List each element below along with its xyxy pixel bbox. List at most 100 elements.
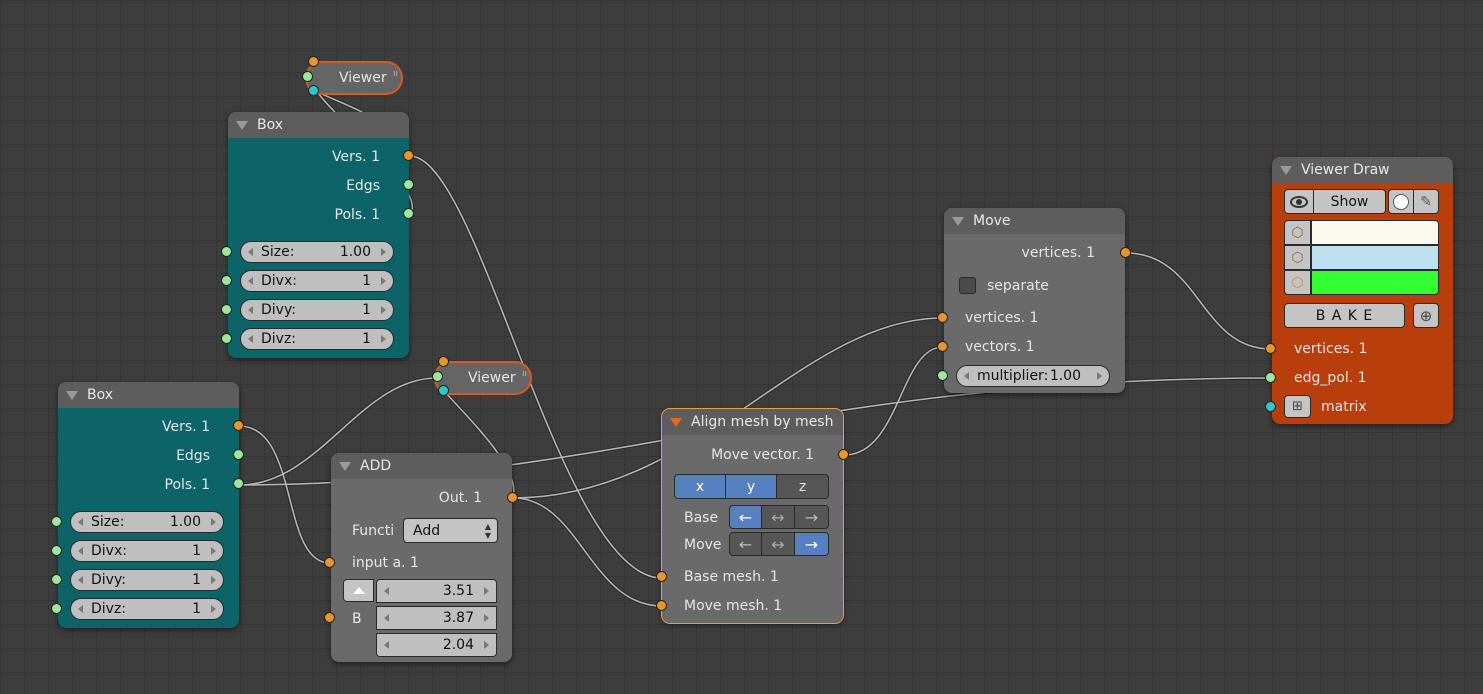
- base-align-center-button[interactable]: ↔: [761, 505, 795, 529]
- input-socket[interactable]: [51, 603, 62, 614]
- decrement-arrow-icon[interactable]: [248, 248, 253, 256]
- output-socket[interactable]: [403, 208, 414, 219]
- input-socket[interactable]: [51, 516, 62, 527]
- collapse-triangle-icon[interactable]: [339, 461, 351, 471]
- add-node[interactable]: ADD Out. 1 Functi Add ▲ ▼ input a. 1 B 3.…: [331, 453, 512, 662]
- increment-arrow-icon[interactable]: [381, 277, 386, 285]
- origin-target-button[interactable]: ⊕: [1413, 303, 1439, 328]
- move-align-center-button[interactable]: ↔: [761, 532, 795, 556]
- axis-y-toggle[interactable]: y: [725, 474, 777, 499]
- input-socket[interactable]: [656, 571, 667, 582]
- divy-field[interactable]: Divy: 1: [240, 299, 394, 321]
- increment-arrow-icon[interactable]: [381, 335, 386, 343]
- input-socket[interactable]: [324, 557, 335, 568]
- base-align-right-button[interactable]: →: [794, 505, 829, 529]
- input-socket[interactable]: [221, 275, 232, 286]
- increment-arrow-icon[interactable]: [484, 641, 489, 649]
- viewer-node-top[interactable]: Viewer ıı: [305, 61, 403, 95]
- node-header[interactable]: Viewer Draw: [1272, 157, 1453, 183]
- axis-x-toggle[interactable]: x: [674, 474, 726, 499]
- decrement-arrow-icon[interactable]: [248, 277, 253, 285]
- face-color-swatch[interactable]: [1311, 270, 1439, 295]
- input-socket[interactable]: [51, 574, 62, 585]
- vector-y-field[interactable]: 3.87: [376, 606, 497, 630]
- input-socket[interactable]: [221, 333, 232, 344]
- collapse-triangle-icon[interactable]: [236, 120, 248, 130]
- decrement-arrow-icon[interactable]: [964, 372, 969, 380]
- decrement-arrow-icon[interactable]: [248, 306, 253, 314]
- base-align-left-button[interactable]: ←: [729, 505, 762, 529]
- node-header[interactable]: Align mesh by mesh: [662, 409, 843, 435]
- vector-x-field[interactable]: 3.51: [376, 579, 497, 603]
- decrement-arrow-icon[interactable]: [384, 587, 389, 595]
- output-socket[interactable]: [403, 150, 414, 161]
- input-socket[interactable]: [937, 370, 948, 381]
- move-node[interactable]: Move vertices. 1 separate vertices. 1 ve…: [944, 208, 1125, 393]
- increment-arrow-icon[interactable]: [211, 605, 216, 613]
- move-align-right-button[interactable]: →: [794, 532, 829, 556]
- decrement-arrow-icon[interactable]: [384, 614, 389, 622]
- size-field[interactable]: Size: 1.00: [70, 511, 224, 533]
- shading-sphere-button[interactable]: [1388, 189, 1414, 214]
- function-select[interactable]: Add ▲ ▼: [403, 518, 498, 543]
- viewer-input-socket[interactable]: [302, 71, 313, 82]
- collapse-triangle-icon[interactable]: [66, 390, 78, 400]
- node-header[interactable]: Box: [228, 112, 409, 138]
- separate-checkbox[interactable]: [959, 277, 976, 294]
- vector-z-field[interactable]: 2.04: [376, 633, 497, 657]
- increment-arrow-icon[interactable]: [211, 518, 216, 526]
- increment-arrow-icon[interactable]: [381, 248, 386, 256]
- viewer-draw-node[interactable]: Viewer Draw Show ✎ ⬡ ⬡ ⬡ B A K E ⊕ verti…: [1272, 157, 1453, 424]
- divx-field[interactable]: Divx: 1: [70, 540, 224, 562]
- move-align-left-button[interactable]: ←: [729, 532, 762, 556]
- divz-field[interactable]: Divz: 1: [240, 328, 394, 350]
- axis-z-toggle[interactable]: z: [776, 474, 829, 499]
- node-header[interactable]: ADD: [331, 453, 512, 479]
- decrement-arrow-icon[interactable]: [248, 335, 253, 343]
- viewer-input-socket[interactable]: [308, 85, 319, 96]
- output-socket[interactable]: [403, 179, 414, 190]
- output-socket[interactable]: [233, 478, 244, 489]
- output-socket[interactable]: [507, 492, 518, 503]
- brush-button[interactable]: ✎: [1413, 189, 1439, 214]
- output-socket[interactable]: [838, 449, 849, 460]
- edge-color-swatch[interactable]: [1311, 245, 1439, 270]
- increment-arrow-icon[interactable]: [381, 306, 386, 314]
- box-node-bottom[interactable]: Box Vers. 1 Edgs Pols. 1 Size: 1.00 Divx:…: [58, 382, 239, 628]
- input-socket[interactable]: [1265, 401, 1276, 412]
- decrement-arrow-icon[interactable]: [78, 547, 83, 555]
- output-socket[interactable]: [233, 420, 244, 431]
- decrement-arrow-icon[interactable]: [384, 641, 389, 649]
- output-socket[interactable]: [1120, 247, 1131, 258]
- input-socket[interactable]: [1265, 372, 1276, 383]
- increment-arrow-icon[interactable]: [484, 587, 489, 595]
- divy-field[interactable]: Divy: 1: [70, 569, 224, 591]
- increment-arrow-icon[interactable]: [1097, 372, 1102, 380]
- input-socket[interactable]: [937, 312, 948, 323]
- size-field[interactable]: Size: 1.00: [240, 241, 394, 263]
- node-header[interactable]: Box: [58, 382, 239, 408]
- increment-arrow-icon[interactable]: [211, 547, 216, 555]
- divz-field[interactable]: Divz: 1: [70, 598, 224, 620]
- show-eye-button[interactable]: [1284, 189, 1314, 214]
- input-socket[interactable]: [221, 304, 232, 315]
- input-socket[interactable]: [656, 600, 667, 611]
- output-socket[interactable]: [233, 449, 244, 460]
- decrement-arrow-icon[interactable]: [78, 518, 83, 526]
- input-socket[interactable]: [51, 545, 62, 556]
- decrement-arrow-icon[interactable]: [78, 605, 83, 613]
- bake-button[interactable]: B A K E: [1284, 303, 1405, 328]
- collapse-triangle-icon[interactable]: [670, 417, 682, 427]
- node-header[interactable]: Move: [944, 208, 1125, 234]
- viewer-input-socket[interactable]: [308, 56, 319, 67]
- collapse-triangle-icon[interactable]: [952, 216, 964, 226]
- decrement-arrow-icon[interactable]: [78, 576, 83, 584]
- increment-arrow-icon[interactable]: [484, 614, 489, 622]
- input-socket[interactable]: [221, 246, 232, 257]
- align-mesh-node[interactable]: Align mesh by mesh Move vector. 1 x y z …: [661, 408, 844, 624]
- show-toggle-button[interactable]: Show: [1313, 189, 1386, 214]
- viewer-input-socket[interactable]: [432, 371, 443, 382]
- vertex-color-swatch[interactable]: [1311, 220, 1439, 245]
- increment-arrow-icon[interactable]: [211, 576, 216, 584]
- input-socket[interactable]: [1265, 343, 1276, 354]
